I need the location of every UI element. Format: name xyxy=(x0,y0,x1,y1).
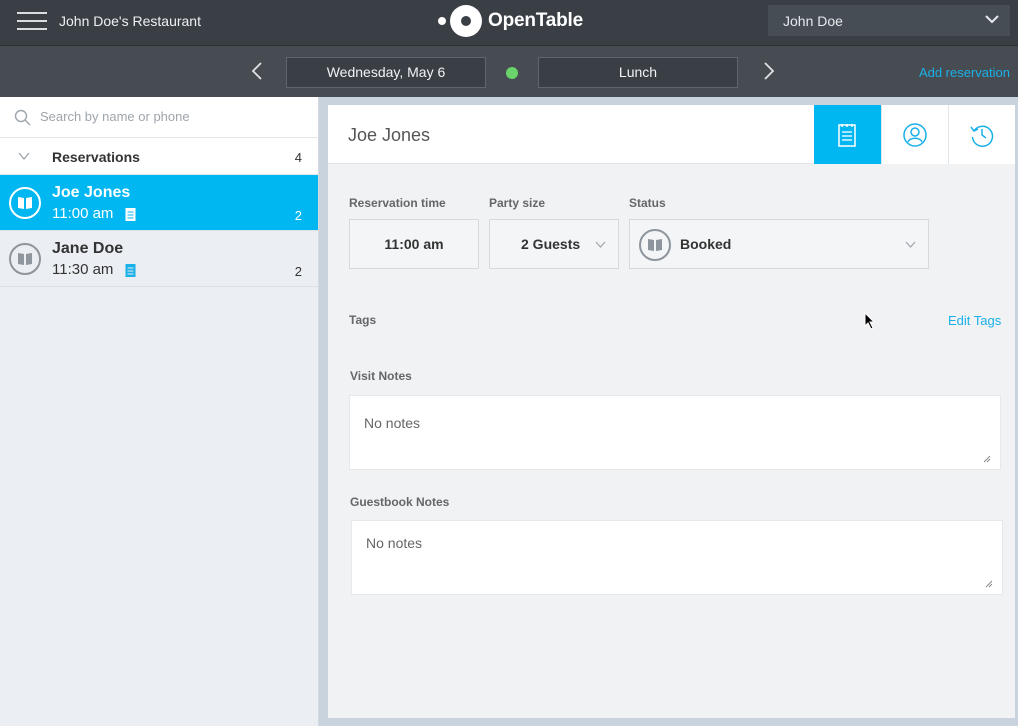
visit-notes-placeholder: No notes xyxy=(364,415,421,431)
edit-tags-link[interactable]: Edit Tags xyxy=(948,313,1001,328)
guestbook-notes-placeholder: No notes xyxy=(366,535,423,551)
add-reservation-link[interactable]: Add reservation xyxy=(919,65,1010,80)
party-size: 2 xyxy=(294,264,302,279)
chevron-down-icon xyxy=(905,241,916,248)
reservation-sidebar: Reservations 4 Joe Jones 11:00 am 2 Jane… xyxy=(0,97,319,726)
restaurant-name: John Doe's Restaurant xyxy=(59,13,201,29)
party-size-label: Party size xyxy=(489,196,546,210)
previous-day-icon[interactable] xyxy=(248,61,266,81)
page-title: Joe Jones xyxy=(348,125,431,145)
status-icon xyxy=(639,229,671,261)
section-title: Reservations xyxy=(52,149,140,165)
guest-name: Jane Doe xyxy=(52,240,124,257)
reservation-time: 11:30 am xyxy=(52,261,114,278)
book-icon xyxy=(18,197,32,209)
logo-text: OpenTable xyxy=(488,10,583,31)
reservation-item[interactable]: Joe Jones 11:00 am 2 xyxy=(0,175,318,231)
shift-selector[interactable]: Lunch xyxy=(538,57,738,88)
date-nav-bar: Wednesday, May 6 Lunch Add reservation xyxy=(0,45,1018,97)
reservation-detail-panel: Joe Jones Reservation time 11:00 am Part… xyxy=(328,105,1015,718)
search-bar xyxy=(0,97,318,138)
party-size: 2 xyxy=(294,208,302,223)
top-bar: John Doe's Restaurant OpenTable John Doe xyxy=(0,0,1018,45)
user-dropdown[interactable]: John Doe xyxy=(768,5,1010,36)
reservations-section-header[interactable]: Reservations 4 xyxy=(0,138,318,175)
guest-name: Joe Jones xyxy=(52,184,131,201)
chevron-down-icon xyxy=(18,152,30,161)
opentable-logo: OpenTable xyxy=(438,4,583,38)
book-icon xyxy=(18,253,32,265)
date-selector[interactable]: Wednesday, May 6 xyxy=(286,57,486,88)
next-day-icon[interactable] xyxy=(760,61,778,81)
status-dot xyxy=(506,67,518,79)
notes-icon xyxy=(125,208,136,221)
party-size-value: 2 Guests xyxy=(521,236,581,252)
reservation-time-label: Reservation time xyxy=(349,196,446,210)
guestbook-notes-label: Guestbook Notes xyxy=(350,495,450,509)
resize-handle-icon[interactable] xyxy=(983,455,991,463)
search-icon xyxy=(14,109,31,126)
detail-header: Joe Jones xyxy=(328,105,1015,164)
status-select[interactable]: Booked xyxy=(629,219,929,269)
guest-avatar xyxy=(9,187,41,219)
section-count: 4 xyxy=(294,150,302,165)
reservation-item[interactable]: Jane Doe 11:30 am 2 xyxy=(0,231,318,287)
tab-history[interactable] xyxy=(948,105,1015,164)
mouse-cursor-icon xyxy=(864,312,876,330)
visit-notes-label: Visit Notes xyxy=(350,369,412,383)
status-label: Status xyxy=(629,196,666,210)
guestbook-notes-textarea[interactable]: No notes xyxy=(351,520,1003,595)
user-profile-icon xyxy=(903,123,927,147)
guest-avatar xyxy=(9,243,41,275)
tab-reservation[interactable] xyxy=(814,105,881,164)
reservation-time-field[interactable]: 11:00 am xyxy=(349,219,479,269)
search-input[interactable] xyxy=(40,109,300,124)
menu-icon[interactable] xyxy=(17,8,47,34)
reservation-time: 11:00 am xyxy=(52,205,114,222)
tab-guest-profile[interactable] xyxy=(881,105,948,164)
notepad-icon xyxy=(838,124,856,147)
status-value: Booked xyxy=(680,236,732,252)
resize-handle-icon[interactable] xyxy=(985,580,993,588)
chevron-down-icon xyxy=(985,15,999,24)
tags-label: Tags xyxy=(349,313,377,327)
notes-icon xyxy=(125,264,136,277)
history-icon xyxy=(970,125,994,148)
visit-notes-textarea[interactable]: No notes xyxy=(349,395,1001,470)
user-name: John Doe xyxy=(783,13,843,29)
party-size-select[interactable]: 2 Guests xyxy=(489,219,619,269)
reservation-time-value: 11:00 am xyxy=(384,236,444,252)
chevron-down-icon xyxy=(595,241,606,248)
book-icon xyxy=(648,239,662,251)
